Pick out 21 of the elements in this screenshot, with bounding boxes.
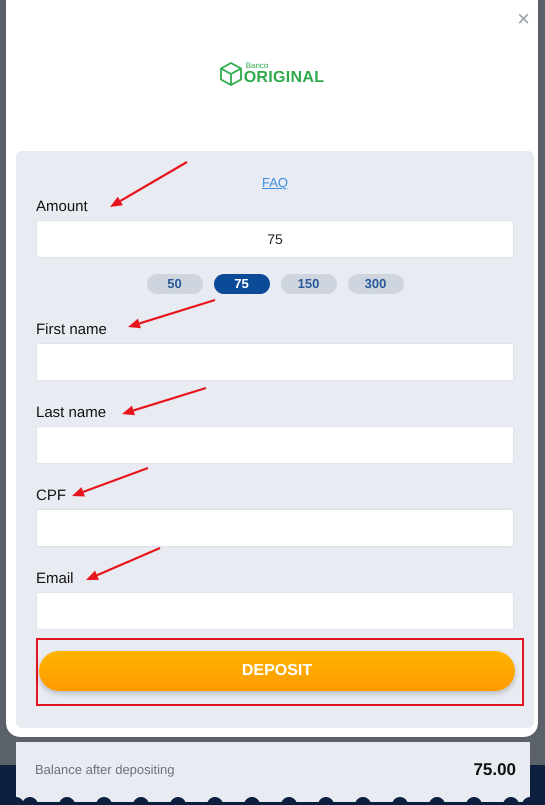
logo-name: ORIGINAL [244,70,324,86]
field-label: Amount [36,198,88,216]
cube-logo-icon [220,62,242,86]
amount-chip[interactable]: 75 [214,274,270,294]
text-field[interactable] [36,426,514,464]
amount-chip[interactable]: 50 [146,274,202,294]
text-field[interactable] [36,343,514,381]
close-button[interactable]: × [515,8,532,30]
field-label: CPF [36,487,66,505]
logo-subtitle: Banco [246,62,270,70]
faq-link[interactable]: FAQ [262,173,288,192]
field-label: Email [36,570,74,588]
field-label: First name [36,321,107,339]
amount-chip[interactable]: 300 [348,274,404,294]
balance-value: 75.00 [473,759,516,782]
amount-field[interactable]: 75 [36,220,514,258]
text-field[interactable] [36,509,514,547]
field-label: Last name [36,404,106,422]
text-field[interactable] [36,592,514,630]
balance-label: Balance after depositing [35,761,174,780]
amount-chip[interactable]: 150 [280,274,336,294]
